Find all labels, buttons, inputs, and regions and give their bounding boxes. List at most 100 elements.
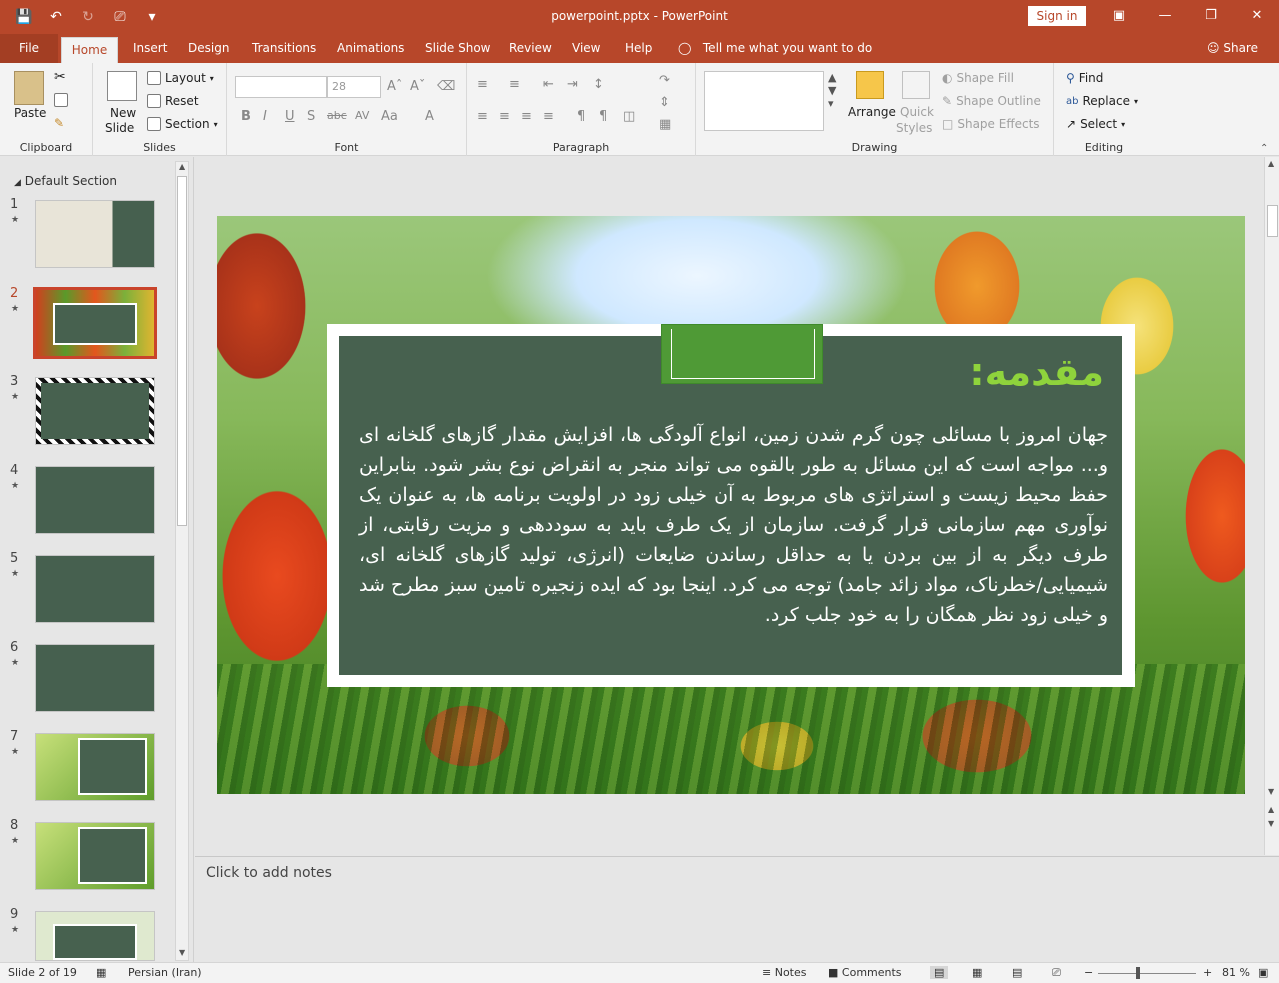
slide-thumbnail-9[interactable] [35, 911, 155, 961]
gallery-scroll-icon[interactable]: ▲ ▼ ▾ [828, 71, 836, 110]
language-indicator[interactable]: Persian (Iran) [128, 966, 202, 979]
scroll-down-icon[interactable]: ▼ [179, 948, 185, 957]
close-icon[interactable]: ✕ [1242, 6, 1272, 26]
ribbon-display-options-icon[interactable]: ▣ [1104, 6, 1134, 26]
slide-thumbnail-1[interactable] [35, 200, 155, 268]
slide-scrollbar[interactable]: ▲ ▼ ▲ ▼ [1264, 157, 1279, 855]
tab-insert[interactable]: Insert [133, 34, 167, 63]
slide-sorter-icon[interactable]: ▦ [972, 966, 982, 979]
notes-toggle[interactable]: ≡ Notes [762, 966, 807, 979]
shapes-gallery[interactable] [704, 71, 824, 131]
decrease-font-icon[interactable]: Aˇ [410, 79, 425, 94]
cut-icon[interactable]: ✂ [54, 69, 66, 85]
new-slide-label[interactable]: New [110, 106, 136, 120]
quick-styles-label-2[interactable]: Styles [896, 121, 932, 135]
notes-pane[interactable]: Click to add notes [195, 856, 1279, 962]
increase-font-icon[interactable]: Aˆ [387, 79, 402, 94]
section-button[interactable]: Section ▾ [147, 117, 218, 131]
scroll-down-icon[interactable]: ▼ [1268, 787, 1274, 796]
quick-styles-label[interactable]: Quick [900, 105, 934, 119]
decrease-indent-icon[interactable]: ⇤ [543, 77, 554, 92]
new-slide-label-2[interactable]: Slide [105, 121, 134, 135]
new-slide-icon[interactable] [107, 71, 137, 101]
align-left-icon[interactable]: ≡ [477, 109, 488, 124]
slide-body-text[interactable]: جهان امروز با مسائلی چون گرم شدن زمین، ا… [359, 420, 1108, 630]
find-button[interactable]: ⚲ Find [1066, 71, 1103, 85]
tab-help[interactable]: Help [625, 34, 652, 63]
zoom-slider-track[interactable] [1098, 973, 1196, 974]
rtl-icon[interactable]: ¶ [577, 109, 585, 124]
paste-icon[interactable] [14, 71, 44, 105]
next-slide-icon[interactable]: ▼ [1268, 819, 1274, 828]
slide-thumbnail-4[interactable] [35, 466, 155, 534]
slide-thumbnail-7[interactable] [35, 733, 155, 801]
shape-effects-button[interactable]: □ Shape Effects [942, 117, 1040, 131]
font-color-icon[interactable]: A [425, 109, 434, 124]
slide-thumbnail-2[interactable] [33, 287, 157, 359]
font-name-input[interactable] [235, 76, 327, 98]
current-slide[interactable]: مقدمه: جهان امروز با مسائلی چون گرم شدن … [217, 216, 1245, 794]
slide-thumbnail-5[interactable] [35, 555, 155, 623]
arrange-button[interactable]: Arrange [848, 105, 896, 119]
zoom-out-icon[interactable]: − [1084, 966, 1093, 979]
font-size-input[interactable]: 28 [327, 76, 381, 98]
zoom-slider-knob[interactable] [1136, 967, 1140, 979]
sign-in-button[interactable]: Sign in [1028, 6, 1086, 26]
slide-thumbnail-3[interactable] [35, 377, 155, 445]
center-icon[interactable]: ≡ [499, 109, 510, 124]
zoom-level[interactable]: 81 % [1222, 966, 1250, 979]
spell-check-icon[interactable]: ▦ [96, 966, 106, 979]
numbering-icon[interactable]: ≡ [509, 77, 520, 92]
zoom-in-icon[interactable]: + [1203, 966, 1212, 979]
tab-animations[interactable]: Animations [337, 34, 404, 63]
shape-fill-button[interactable]: ◐ Shape Fill [942, 71, 1014, 85]
clear-formatting-icon[interactable]: ⌫ [437, 79, 455, 94]
collapse-ribbon-icon[interactable]: ⌃ [1260, 143, 1268, 154]
comments-toggle[interactable]: ■ Comments [828, 966, 902, 979]
paste-button[interactable]: Paste [14, 106, 46, 120]
minimize-icon[interactable]: — [1150, 6, 1180, 26]
align-text-icon[interactable]: ⇕ [659, 95, 670, 110]
layout-button[interactable]: Layout ▾ [147, 71, 214, 85]
normal-view-icon[interactable]: ▤ [930, 966, 949, 979]
share-button[interactable]: ☺ Share [1207, 34, 1258, 63]
slide-title[interactable]: مقدمه: [969, 350, 1104, 394]
tab-home[interactable]: Home [61, 37, 118, 63]
tab-design[interactable]: Design [188, 34, 229, 63]
select-button[interactable]: ↗ Select ▾ [1066, 117, 1125, 131]
text-direction-icon[interactable]: ↷ [659, 73, 670, 88]
scroll-up-icon[interactable]: ▲ [1268, 159, 1274, 168]
copy-icon[interactable] [54, 93, 68, 107]
thumbnails-scrollbar[interactable]: ▲ ▼ [175, 161, 189, 961]
thumbnails-scroll-thumb[interactable] [177, 176, 187, 526]
slide-scroll-thumb[interactable] [1267, 205, 1278, 237]
increase-indent-icon[interactable]: ⇥ [567, 77, 578, 92]
ltr-icon[interactable]: ¶ [599, 109, 607, 124]
bold-icon[interactable]: B [241, 109, 251, 124]
fit-to-window-icon[interactable]: ▣ [1258, 966, 1268, 979]
change-case-icon[interactable]: Aa [381, 109, 398, 124]
section-header[interactable]: ◢ Default Section [14, 174, 117, 188]
italic-icon[interactable]: I [263, 109, 267, 124]
notes-placeholder[interactable]: Click to add notes [206, 865, 332, 881]
restore-icon[interactable]: ❐ [1196, 6, 1226, 26]
tell-me-search[interactable]: ◯ Tell me what you want to do [678, 34, 872, 63]
format-painter-icon[interactable]: ✎ [54, 116, 64, 130]
tab-transitions[interactable]: Transitions [252, 34, 316, 63]
columns-icon[interactable]: ◫ [623, 109, 635, 124]
strikethrough-icon[interactable]: abc [327, 109, 347, 122]
quick-styles-icon[interactable] [902, 71, 930, 99]
bullets-icon[interactable]: ≡ [477, 77, 488, 92]
shadow-icon[interactable]: S [307, 109, 315, 124]
justify-icon[interactable]: ≡ [543, 109, 554, 124]
slide-thumbnail-8[interactable] [35, 822, 155, 890]
arrange-icon[interactable] [856, 71, 884, 99]
tab-view[interactable]: View [572, 34, 600, 63]
tab-file[interactable]: File [0, 34, 58, 63]
tab-review[interactable]: Review [509, 34, 552, 63]
previous-slide-icon[interactable]: ▲ [1268, 805, 1274, 814]
reset-button[interactable]: Reset [147, 94, 199, 108]
line-spacing-icon[interactable]: ↕ [593, 77, 604, 92]
slideshow-view-icon[interactable]: ⎚ [1052, 966, 1061, 980]
character-spacing-icon[interactable]: AV [355, 109, 369, 122]
